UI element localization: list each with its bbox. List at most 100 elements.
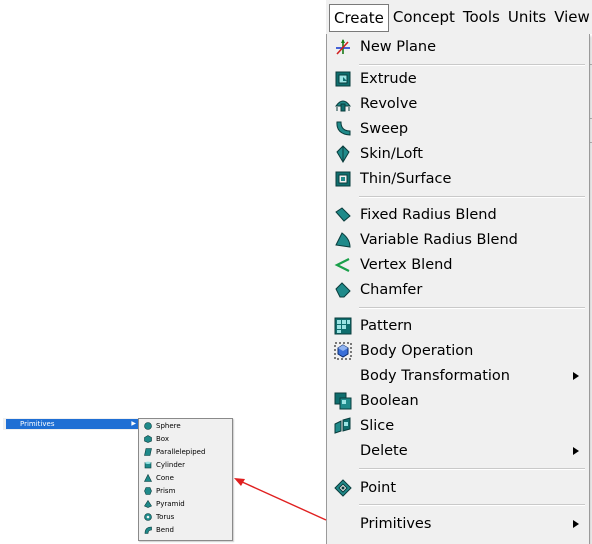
menubar: Create Concept Tools Units View [326,0,592,35]
menu-item-slice[interactable]: Slice [327,414,589,438]
submenu-arrow-icon [573,439,579,463]
menu-item-chamfer[interactable]: Chamfer [327,278,589,302]
submenu-item-pyramid[interactable]: Pyramid [139,499,232,509]
menu-item-sweep[interactable]: Sweep [327,117,589,141]
primitives-submenu: Sphere Box Parallelepiped Cylinder Cone … [138,418,233,541]
thin-surface-icon [334,170,352,188]
parallelepiped-icon [143,448,152,457]
menu-item-label: Pattern [360,318,413,334]
submenu-item-cone[interactable]: Cone [139,473,232,483]
slice-icon [334,417,352,435]
menu-separator [359,196,585,198]
menu-units[interactable]: Units [504,4,550,30]
new-plane-icon [334,38,352,56]
menu-item-fixed-radius-blend[interactable]: Fixed Radius Blend [327,203,589,227]
menu-item-label: Chamfer [360,282,423,298]
submenu-item-label: Cylinder [156,461,185,469]
variable-radius-blend-icon [334,231,352,249]
menu-item-variable-radius-blend[interactable]: Variable Radius Blend [327,228,589,252]
menu-item-label: Body Operation [360,343,474,359]
menu-concept[interactable]: Concept [389,4,459,30]
menu-item-body-operation[interactable]: Body Operation [327,339,589,363]
submenu-arrow-icon [573,512,579,536]
submenu-item-box[interactable]: Box [139,434,232,444]
menu-item-label: Point [360,480,397,496]
menu-view[interactable]: View [550,4,592,30]
menu-separator [359,64,585,66]
submenu-item-bend[interactable]: Bend [139,525,232,535]
submenu-item-label: Torus [156,513,175,521]
submenu-item-label: Prism [156,487,176,495]
menu-item-label: Body Transformation [360,368,510,384]
submenu-arrow-icon [573,364,579,388]
point-icon [334,479,352,497]
primitives-inset-menu: Primitives ▶ [3,418,143,430]
menu-item-label: Boolean [360,393,419,409]
menu-tools[interactable]: Tools [459,4,504,30]
submenu-item-cylinder[interactable]: Cylinder [139,460,232,470]
menu-item-thin-surface[interactable]: Thin/Surface [327,167,589,191]
sphere-icon [143,422,152,431]
menu-item-body-transformation[interactable]: Body Transformation [327,364,589,388]
menu-item-label: Sweep [360,121,409,137]
vertex-blend-icon [334,256,352,274]
submenu-item-prism[interactable]: Prism [139,486,232,496]
submenu-item-label: Box [156,435,170,443]
submenu-item-label: Parallelepiped [156,448,206,456]
submenu-item-label: Bend [156,526,174,534]
menu-separator [359,307,585,309]
menu-item-label: Delete [360,443,408,459]
menu-item-boolean[interactable]: Boolean [327,389,589,413]
cylinder-icon [143,461,152,470]
menu-item-label: Extrude [360,71,417,87]
submenu-item-torus[interactable]: Torus [139,512,232,522]
boolean-icon [334,392,352,410]
menu-item-point[interactable]: Point [327,476,589,500]
menu-item-vertex-blend[interactable]: Vertex Blend [327,253,589,277]
submenu-item-label: Pyramid [156,500,185,508]
menu-item-label: Skin/Loft [360,146,423,162]
menu-item-label: Fixed Radius Blend [360,207,497,223]
prism-icon [143,487,152,496]
menu-item-skin-loft[interactable]: Skin/Loft [327,142,589,166]
create-menu: New Plane Extrude Revolve Sweep Skin/Lof… [326,34,590,544]
menu-item-label: Primitives [360,516,432,532]
menu-item-new-plane[interactable]: New Plane [327,35,589,59]
blank-icon [334,515,352,533]
menu-item-label: Thin/Surface [360,171,452,187]
submenu-item-label: Sphere [156,422,181,430]
blank-icon [334,442,352,460]
menu-separator [359,468,585,470]
bend-icon [143,526,152,535]
menu-item-label: Vertex Blend [360,257,453,273]
menu-item-label: Revolve [360,96,418,112]
menu-item-label: Variable Radius Blend [360,232,518,248]
menu-item-delete[interactable]: Delete [327,439,589,463]
chamfer-icon [334,281,352,299]
pyramid-icon [143,500,152,509]
sweep-icon [334,120,352,138]
primitives-inset-item[interactable]: Primitives ▶ [6,419,140,429]
extrude-icon [334,70,352,88]
torus-icon [143,513,152,522]
menu-item-pattern[interactable]: Pattern [327,314,589,338]
box-icon [143,435,152,444]
body-operation-icon [334,342,352,360]
cone-icon [143,474,152,483]
submenu-item-sphere[interactable]: Sphere [139,421,232,431]
pattern-icon [334,317,352,335]
skin-loft-icon [334,145,352,163]
menu-item-primitives[interactable]: Primitives [327,512,589,536]
blank-icon [334,367,352,385]
menu-create[interactable]: Create [329,4,389,32]
primitives-inset-label: Primitives [20,420,55,428]
menu-item-extrude[interactable]: Extrude [327,67,589,91]
menu-item-label: New Plane [360,39,437,55]
submenu-arrow-icon: ▶ [131,420,136,427]
submenu-item-label: Cone [156,474,174,482]
menu-item-label: Slice [360,418,395,434]
submenu-item-parallelepiped[interactable]: Parallelepiped [139,447,232,457]
menu-separator [359,504,585,506]
menu-item-revolve[interactable]: Revolve [327,92,589,116]
revolve-icon [334,95,352,113]
